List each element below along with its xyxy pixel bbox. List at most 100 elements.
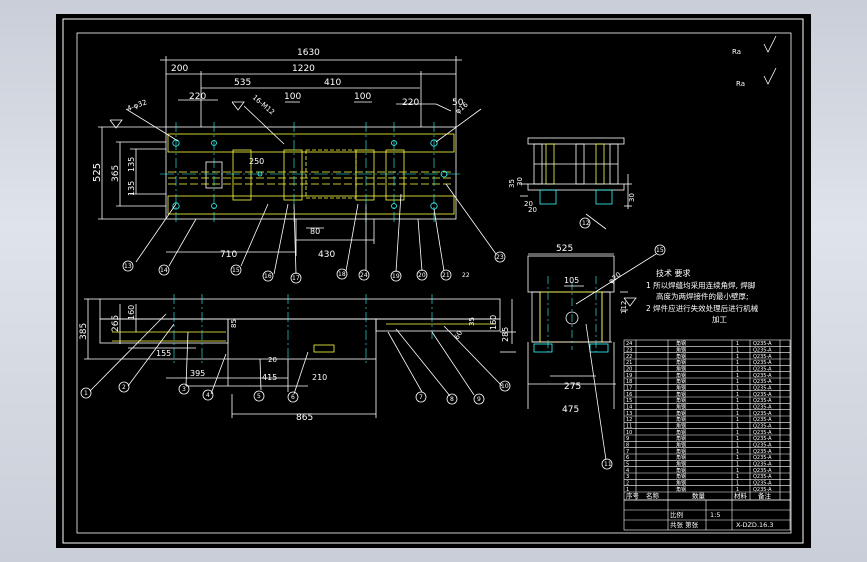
balloon-6: 6 [291, 394, 295, 401]
tech-line-2: 高度为两焊接件的最小壁厚; [656, 291, 749, 301]
plan-view [98, 56, 497, 275]
dim-side-112: 112 [620, 301, 628, 314]
balloon-7: 7 [419, 394, 423, 401]
bom-row-number: 2 [626, 480, 629, 486]
dim-35: 35 [468, 317, 476, 326]
bom-row-qty: 1 [736, 392, 739, 398]
dim-415: 415 [262, 373, 277, 382]
dim-210: 210 [312, 373, 327, 382]
bom-row-number: 15 [626, 398, 632, 404]
bom-row-number: 17 [626, 385, 632, 391]
bom-row-name: 角钢 [676, 460, 686, 467]
bom-row-name: 角钢 [676, 384, 686, 391]
bom-row-number: 3 [626, 474, 629, 480]
bom-row-material: Q235-A [753, 392, 772, 398]
bom-row-material: Q235-A [753, 468, 772, 474]
dim-100-b: 100 [354, 92, 371, 102]
sheet-count: 共张 第张 [670, 520, 699, 529]
balloon-22: 22 [462, 272, 470, 279]
bom-row-qty: 1 [736, 366, 739, 372]
bom-row-qty: 1 [736, 468, 739, 474]
side-detail-labels: 35 30 20 20 30 12 [508, 177, 636, 227]
balloon-8: 8 [450, 396, 454, 403]
bom-row-material: Q235-A [753, 373, 772, 379]
bom-row-qty: 1 [736, 360, 739, 366]
cad-viewer: { "plan_view": { "dims_top": ["1630", "1… [0, 0, 867, 562]
bom-row-qty: 1 [736, 398, 739, 404]
dim-410: 410 [324, 78, 341, 88]
balloon-12: 12 [582, 220, 590, 227]
annot-4-phi32: 4-φ32 [126, 98, 148, 113]
bom-header-remark: 备注 [758, 491, 772, 500]
bom-row-material: Q235-A [753, 385, 772, 391]
front-top-plate [99, 298, 501, 320]
bom-row-qty: 1 [736, 373, 739, 379]
bom-row-number: 5 [626, 461, 629, 467]
bom-row-qty: 1 [736, 379, 739, 385]
bom-row-material: Q235-A [753, 480, 772, 486]
bom-row-name: 角钢 [676, 454, 686, 461]
dim-220-right: 220 [402, 98, 419, 108]
dim-265: 265 [111, 315, 121, 332]
balloon-1: 1 [84, 390, 88, 397]
balloon-16: 16 [264, 273, 272, 280]
plan-view-labels: 1630 1220 200 220 535 410 100 100 220 50… [92, 48, 504, 282]
bom-row-number: 20 [626, 366, 632, 372]
dim-1630: 1630 [297, 48, 320, 58]
tech-requirements: 技术 要求 1 所以焊缝均采用连续角焊, 焊脚 高度为两焊接件的最小壁厚; 2 … [646, 268, 759, 324]
dim-395: 395 [190, 369, 205, 378]
bom-row-qty: 1 [736, 461, 739, 467]
balloon-3: 3 [182, 386, 186, 393]
bom-row-number: 12 [626, 417, 632, 423]
bom-row-qty: 1 [736, 417, 739, 423]
bom-row-name: 角钢 [676, 410, 686, 417]
bom-row-qty: 1 [736, 411, 739, 417]
balloon-19: 19 [392, 273, 400, 280]
bom-row-number: 18 [626, 379, 632, 385]
bom-row-number: 8 [626, 442, 629, 448]
dim-430: 430 [318, 250, 335, 260]
dim-20: 20 [268, 356, 277, 364]
dim-135-b: 135 [127, 181, 136, 196]
bom-row-number: 6 [626, 455, 629, 461]
balloon-23: 23 [496, 254, 504, 261]
bom-row-material: Q235-A [753, 366, 772, 372]
bom-row-number: 23 [626, 347, 632, 353]
annot-16-m12: 16-M12 [251, 93, 276, 116]
bom-row-material: Q235-A [753, 347, 772, 353]
bom-row-number: 19 [626, 373, 632, 379]
bom-row-qty: 1 [736, 480, 739, 486]
roughness-label-1: Ra [732, 48, 741, 56]
bom-row-name: 角钢 [676, 403, 686, 410]
bom-row-material: Q235-A [753, 379, 772, 385]
bom-row-name: 角钢 [676, 479, 686, 486]
bom-row-number: 9 [626, 436, 629, 442]
bom-row-material: Q235-A [753, 442, 772, 448]
front-view-labels: 385 265 160 155 85 160 35 285 60 20 395 … [79, 305, 510, 423]
tech-line-4: 加工 [712, 314, 727, 324]
dim-535: 535 [234, 78, 251, 88]
dim-385: 385 [79, 323, 89, 340]
bom-row-number: 16 [626, 392, 632, 398]
scale-value: 1:5 [710, 511, 720, 519]
dim-525: 525 [92, 163, 103, 182]
bom-row-material: Q235-A [753, 449, 772, 455]
balloon-11: 11 [604, 461, 612, 468]
dim-160-right: 160 [489, 315, 498, 330]
balloon-24: 24 [360, 272, 368, 279]
side-detail-view [520, 137, 632, 230]
tech-title: 技术 要求 [656, 268, 691, 278]
bom-header-no: 序号 [626, 491, 640, 500]
balloon-14: 14 [160, 267, 168, 274]
tech-line-1: 1 所以焊缝均采用连续角焊, 焊脚 [646, 280, 755, 290]
bom-row-name: 角钢 [676, 448, 686, 455]
bom-row-name: 角钢 [676, 467, 686, 474]
dim-detail-30: 30 [516, 177, 524, 186]
bom-row-qty: 1 [736, 341, 739, 347]
bom-row-material: Q235-A [753, 398, 772, 404]
bom-row-material: Q235-A [753, 455, 772, 461]
bom-table: 24 角钢 1 Q235-A23 角钢 1 Q235-A22 角钢 1 Q235-A21 角钢 1 Q2… [623, 339, 791, 501]
dim-160-left: 160 [127, 305, 136, 320]
bom-row-qty: 1 [736, 455, 739, 461]
cad-drawing: 1630 1220 200 220 535 410 100 100 220 50… [62, 18, 804, 544]
